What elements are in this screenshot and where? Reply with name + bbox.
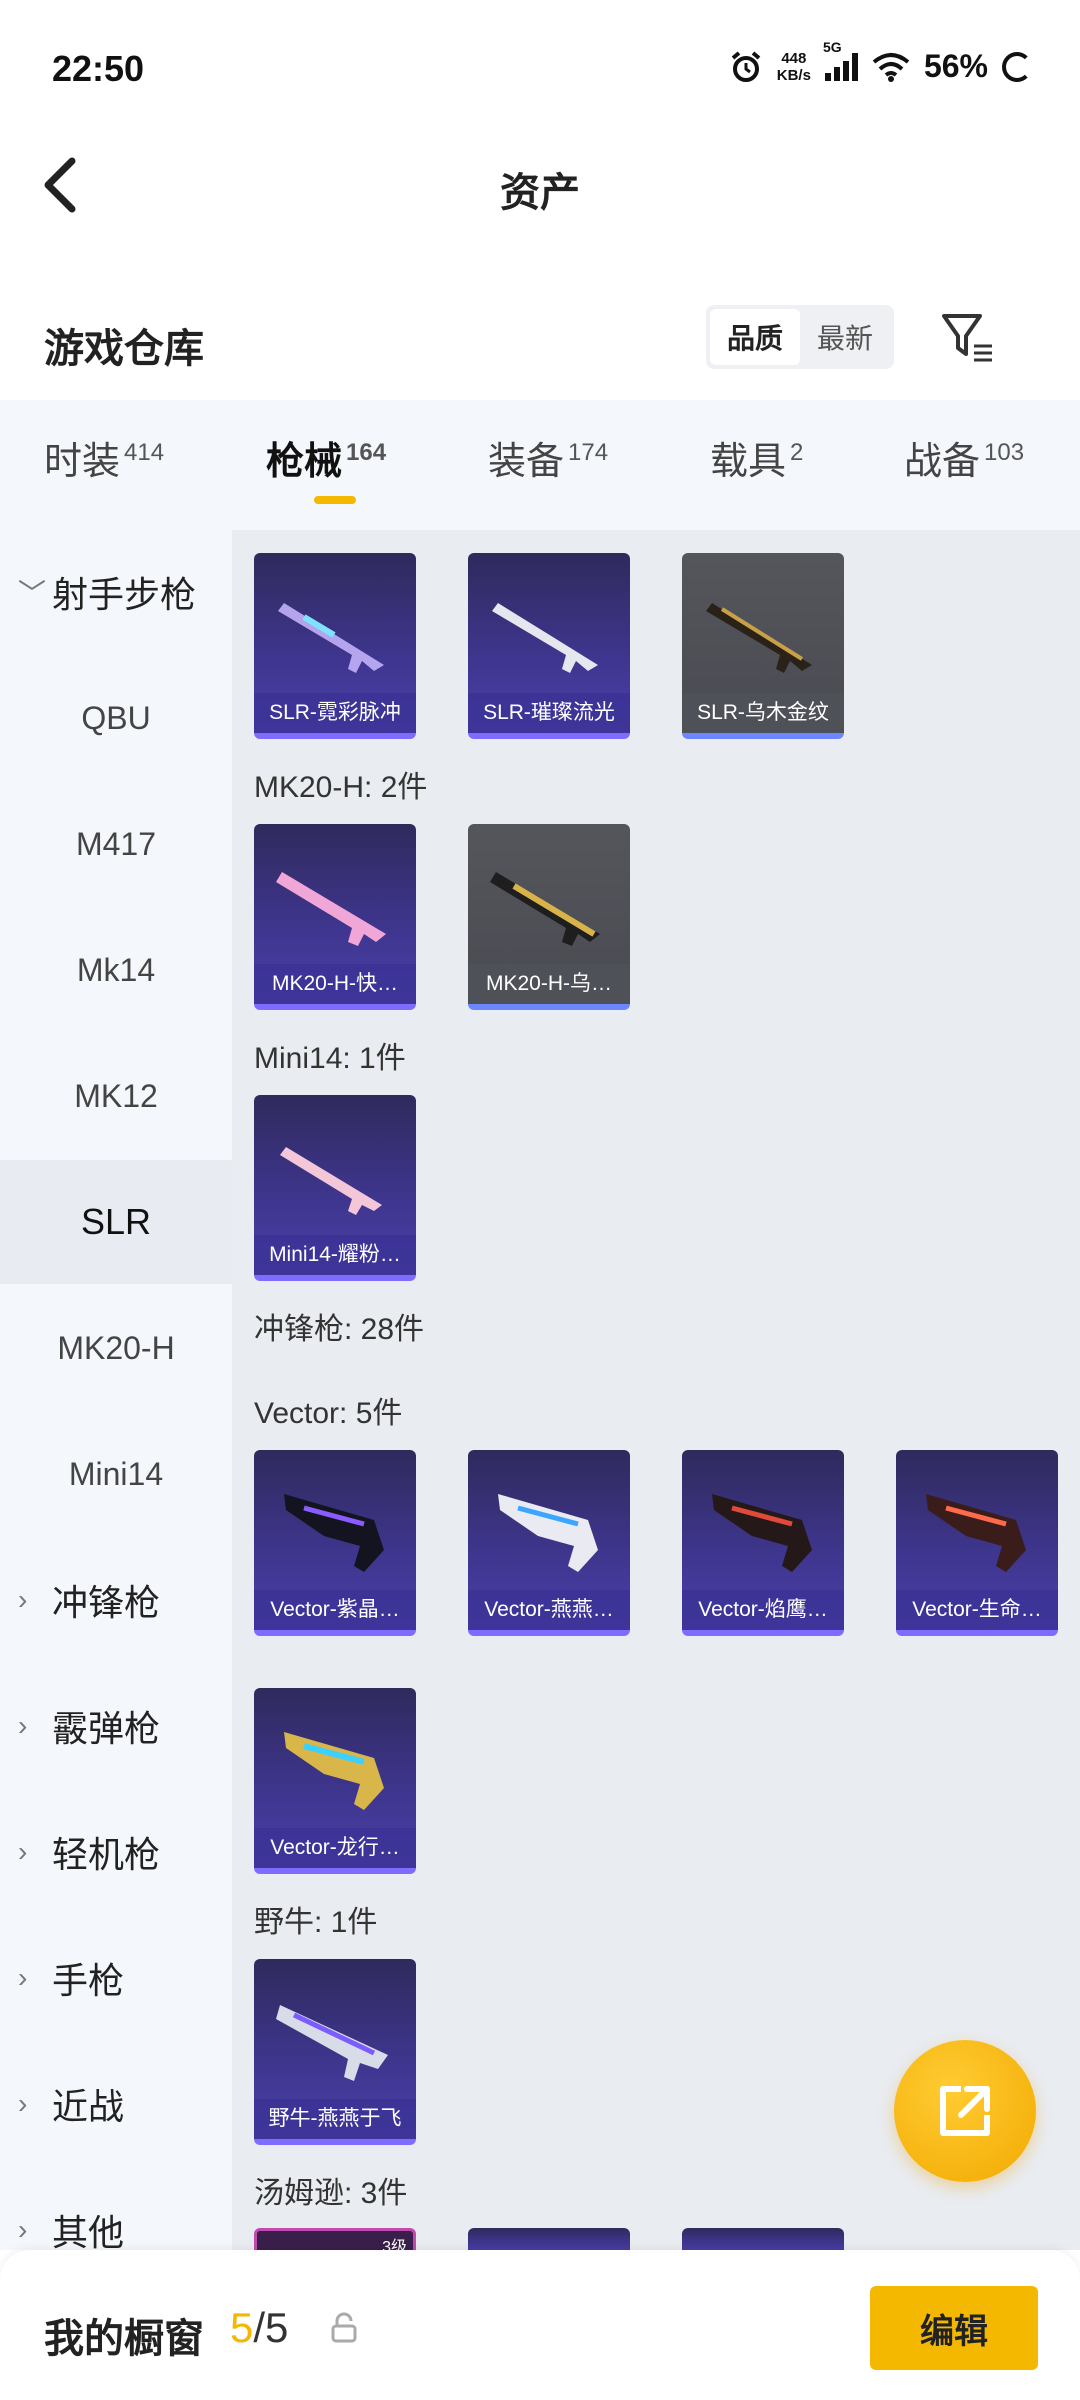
status-bar: 22:50 448 KB/s 5G 56% [0, 0, 1080, 140]
lock-icon [331, 2312, 357, 2343]
battery-percent: 56% [923, 48, 988, 84]
sidebar-item-shotgun[interactable]: › 霰弹枪 [0, 1664, 232, 1788]
sort-quality-button[interactable]: 品质 [710, 309, 800, 365]
sidebar-item-mk20h[interactable]: MK20-H [0, 1286, 232, 1410]
page-title: 资产 [500, 171, 580, 215]
item-card-mk20h-1[interactable]: MK20-H-快… [254, 824, 416, 1010]
showcase-label: 我的橱窗 [44, 2317, 204, 2361]
item-card-bizon-1[interactable]: 野牛-燕燕于飞 [254, 1959, 416, 2145]
item-card-vector-5[interactable]: Vector-龙行… [254, 1688, 416, 1874]
status-indicators: 448 KB/s 5G 56% [729, 39, 1032, 85]
sidebar: ﹀ 射手步枪 QBU M417 Mk14 MK12 SLR MK20-H Mini… [0, 530, 232, 2253]
net-speed: 448 KB/s [776, 49, 811, 84]
sidebar-item-lmg[interactable]: › 轻机枪 [0, 1790, 232, 1914]
edit-button[interactable]: 编辑 [870, 2286, 1038, 2370]
sort-newest-button[interactable]: 最新 [800, 309, 890, 365]
item-card-vector-2[interactable]: Vector-燕燕… [468, 1450, 630, 1636]
sidebar-item-mini14[interactable]: Mini14 [0, 1412, 232, 1536]
alarm-icon [731, 50, 761, 82]
rifle-icon [276, 872, 386, 946]
item-card-slr-1[interactable]: SLR-霓彩脉冲 [254, 553, 416, 739]
tab-guns[interactable]: 枪械 164 [266, 430, 386, 485]
sidebar-item-pistol[interactable]: › 手枪 [0, 1916, 232, 2040]
tab-supplies[interactable]: 战备 103 [904, 430, 1024, 485]
item-card-vector-3[interactable]: Vector-焰鹰… [682, 1450, 844, 1636]
wifi-icon [872, 52, 910, 82]
group-label-vector: Vector: 5件 [254, 1397, 403, 1430]
smg-icon [498, 1494, 598, 1572]
sidebar-item-mk14[interactable]: Mk14 [0, 908, 232, 1032]
smg-icon [712, 1494, 812, 1572]
tab-equipment[interactable]: 装备 174 [488, 430, 608, 485]
sidebar-item-melee[interactable]: › 近战 [0, 2042, 232, 2166]
group-label-thompson: 汤姆逊: 3件 [254, 2177, 408, 2210]
rifle-icon [278, 603, 384, 673]
rifle-icon [492, 603, 598, 673]
signal-icon: 5G [823, 39, 858, 81]
chevron-right-icon: › [18, 2214, 28, 2245]
smg-icon [284, 1494, 384, 1572]
smg-icon [284, 1732, 384, 1810]
item-card-mk20h-2[interactable]: MK20-H-乌… [468, 824, 630, 1010]
showcase-count: 5/5 [230, 2304, 289, 2351]
chevron-down-icon: ﹀ [18, 578, 47, 609]
chevron-right-icon: › [18, 1962, 28, 1993]
sidebar-item-marksman-rifles[interactable]: ﹀ 射手步枪 [0, 530, 232, 654]
battery-icon [1002, 51, 1032, 82]
tab-fashion[interactable]: 时装 414 [44, 430, 164, 485]
sidebar-item-smg[interactable]: › 冲锋枪 [0, 1538, 232, 1662]
sidebar-item-m417[interactable]: M417 [0, 782, 232, 906]
sort-toggle: 品质 最新 [706, 305, 894, 369]
sidebar-item-slr[interactable]: SLR [0, 1160, 232, 1284]
share-icon [940, 2086, 990, 2136]
item-card-vector-1[interactable]: Vector-紫晶… [254, 1450, 416, 1636]
item-card-slr-3[interactable]: SLR-乌木金纹 [682, 553, 844, 739]
rifle-icon [706, 603, 812, 673]
item-card-mini14-1[interactable]: Mini14-耀粉… [254, 1095, 416, 1281]
item-card-slr-2[interactable]: SLR-璀璨流光 [468, 553, 630, 739]
share-fab-button[interactable] [894, 2040, 1036, 2182]
rifle-icon [490, 872, 600, 946]
sidebar-item-mk12[interactable]: MK12 [0, 1034, 232, 1158]
rifle-icon [280, 1147, 382, 1215]
item-card-vector-4[interactable]: Vector-生命… [896, 1450, 1058, 1636]
tab-vehicles[interactable]: 载具 2 [710, 430, 803, 485]
chevron-right-icon: › [18, 2088, 28, 2119]
group-label-mini14: Mini14: 1件 [254, 1042, 406, 1075]
chevron-right-icon: › [18, 1710, 28, 1741]
group-label-bizon: 野牛: 1件 [254, 1906, 378, 1939]
group-label-smg: 冲锋枪: 28件 [254, 1313, 425, 1346]
warehouse-title: 游戏仓库 [44, 327, 204, 371]
status-time: 22:50 [52, 48, 145, 89]
smg-icon [276, 2005, 388, 2081]
active-tab-indicator [314, 496, 356, 504]
sidebar-item-qbu[interactable]: QBU [0, 656, 232, 780]
smg-icon [926, 1494, 1026, 1572]
chevron-right-icon: › [18, 1836, 28, 1867]
filter-icon[interactable] [940, 310, 996, 366]
chevron-right-icon: › [18, 1584, 28, 1615]
group-label-mk20h: MK20-H: 2件 [254, 771, 428, 804]
